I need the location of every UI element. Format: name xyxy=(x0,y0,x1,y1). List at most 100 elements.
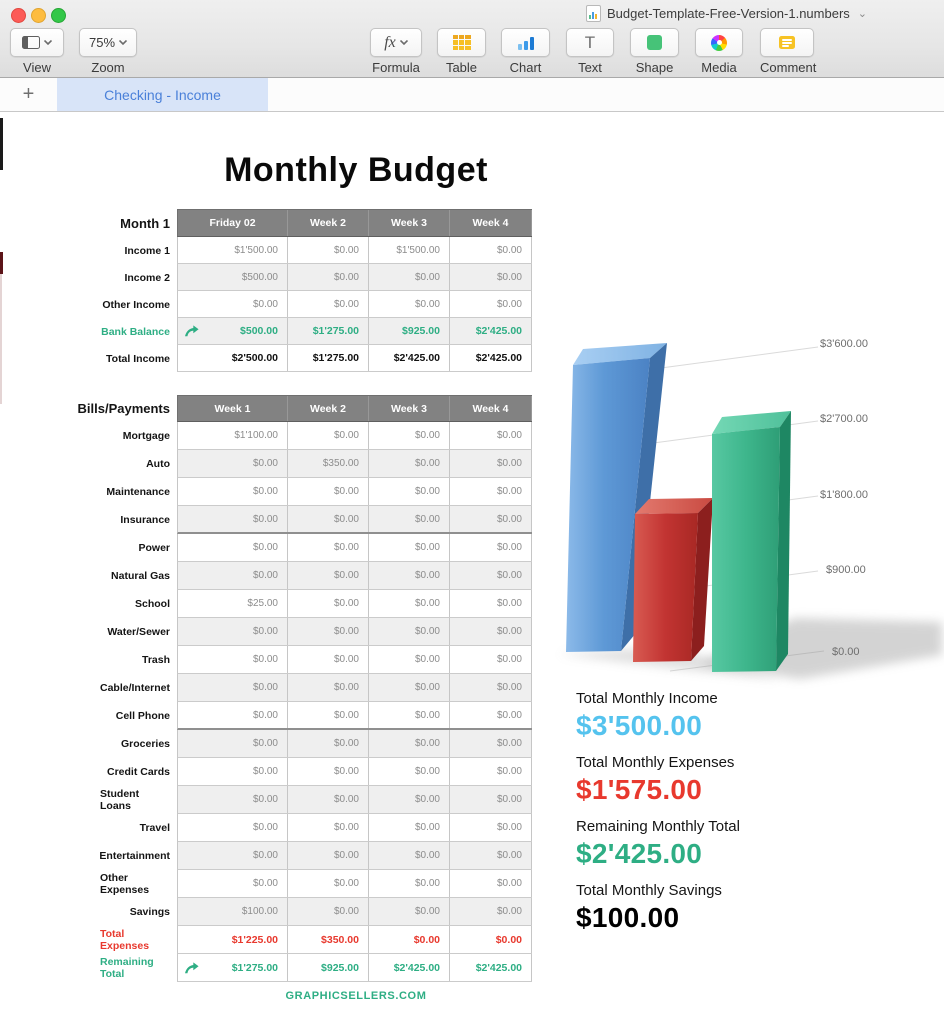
table-cell[interactable]: $0.00 xyxy=(178,842,288,869)
table-cell[interactable]: $0.00 xyxy=(288,590,369,617)
table-button[interactable] xyxy=(437,28,486,57)
table-cell[interactable]: $0.00 xyxy=(369,758,450,785)
view-button[interactable] xyxy=(10,28,64,57)
zoom-window-button[interactable] xyxy=(51,8,66,23)
row-label[interactable]: Credit Cards xyxy=(100,758,177,786)
column-header[interactable]: Week 1 xyxy=(178,396,288,421)
column-header[interactable]: Week 4 xyxy=(450,396,532,421)
table-cell[interactable]: $0.00 xyxy=(369,646,450,673)
row-label[interactable]: Power xyxy=(100,534,177,562)
table-cell[interactable]: $0.00 xyxy=(288,618,369,645)
table-cell[interactable]: $0.00 xyxy=(288,422,369,449)
column-header[interactable]: Week 4 xyxy=(450,210,532,236)
column-header[interactable]: Week 3 xyxy=(369,396,450,421)
table-cell[interactable]: $0.00 xyxy=(450,450,532,477)
row-label[interactable]: Travel xyxy=(100,814,177,842)
table-cell[interactable]: $0.00 xyxy=(178,814,288,841)
table-cell[interactable]: $0.00 xyxy=(288,758,369,785)
row-label[interactable]: Income 2 xyxy=(100,264,177,291)
row-label[interactable]: Groceries xyxy=(100,730,177,758)
table-cell[interactable]: $925.00 xyxy=(369,318,450,344)
table-cell[interactable]: $0.00 xyxy=(369,926,450,953)
row-label[interactable]: Maintenance xyxy=(100,478,177,506)
table-cell[interactable]: $0.00 xyxy=(450,422,532,449)
table-cell[interactable]: $0.00 xyxy=(450,926,532,953)
table-cell[interactable]: $0.00 xyxy=(288,534,369,561)
table-cell[interactable]: $0.00 xyxy=(450,702,532,728)
table-cell[interactable]: $2'425.00 xyxy=(450,954,532,981)
row-label[interactable]: Trash xyxy=(100,646,177,674)
table-cell[interactable]: $0.00 xyxy=(450,870,532,897)
column-header[interactable]: Week 2 xyxy=(288,396,369,421)
table-cell[interactable]: $350.00 xyxy=(288,450,369,477)
table-cell[interactable]: $1'500.00 xyxy=(178,237,288,263)
table-cell[interactable]: $0.00 xyxy=(178,562,288,589)
table-cell[interactable]: $0.00 xyxy=(450,506,532,532)
row-label[interactable]: Income 1 xyxy=(100,237,177,264)
row-label[interactable]: Insurance xyxy=(100,506,177,534)
table-cell[interactable]: $0.00 xyxy=(288,730,369,757)
close-window-button[interactable] xyxy=(11,8,26,23)
table-cell[interactable]: $2'425.00 xyxy=(369,345,450,371)
table-cell[interactable]: $500.00 xyxy=(178,264,288,290)
table-cell[interactable]: $0.00 xyxy=(369,534,450,561)
table-cell[interactable]: $0.00 xyxy=(288,264,369,290)
table-cell[interactable]: $0.00 xyxy=(178,646,288,673)
row-label[interactable]: Other Expenses xyxy=(100,870,177,898)
table-cell[interactable]: $0.00 xyxy=(178,506,288,532)
table-cell[interactable]: $0.00 xyxy=(450,618,532,645)
tab-checking-income[interactable]: Checking - Income xyxy=(57,78,268,111)
summary-item[interactable]: Total Monthly Expenses $1'575.00 xyxy=(576,754,906,806)
comment-button[interactable] xyxy=(760,28,814,57)
row-label[interactable]: Cable/Internet xyxy=(100,674,177,702)
table-cell[interactable]: $0.00 xyxy=(450,562,532,589)
formula-button[interactable]: fx xyxy=(370,28,422,57)
text-button[interactable]: T xyxy=(566,28,614,57)
table-cell[interactable]: $0.00 xyxy=(450,814,532,841)
table-cell[interactable]: $0.00 xyxy=(450,264,532,290)
table-cell[interactable]: $1'100.00 xyxy=(178,422,288,449)
column-header[interactable]: Week 3 xyxy=(369,210,450,236)
table-cell[interactable]: $0.00 xyxy=(288,786,369,813)
table-cell[interactable]: $0.00 xyxy=(369,842,450,869)
table-cell[interactable]: $0.00 xyxy=(369,264,450,290)
table-cell[interactable]: $0.00 xyxy=(450,478,532,505)
table-cell[interactable]: $0.00 xyxy=(178,618,288,645)
column-header[interactable]: Week 2 xyxy=(288,210,369,236)
table-cell[interactable]: $0.00 xyxy=(369,562,450,589)
table-cell[interactable]: $0.00 xyxy=(369,506,450,532)
chart-button[interactable] xyxy=(501,28,550,57)
table-cell[interactable]: $2'425.00 xyxy=(369,954,450,981)
row-label[interactable]: Student Loans xyxy=(100,786,177,814)
row-label[interactable]: School xyxy=(100,590,177,618)
table-cell[interactable]: $0.00 xyxy=(369,618,450,645)
table-cell[interactable]: $0.00 xyxy=(369,730,450,757)
row-label[interactable]: Other Income xyxy=(100,291,177,318)
page-title[interactable]: Monthly Budget xyxy=(180,151,532,190)
table-corner-label[interactable]: Bills/Payments xyxy=(100,395,177,422)
table-cell[interactable]: $350.00 xyxy=(288,926,369,953)
table-cell[interactable]: $0.00 xyxy=(369,422,450,449)
table-cell[interactable]: $0.00 xyxy=(450,291,532,317)
row-label[interactable]: Cell Phone xyxy=(100,702,177,730)
table-cell[interactable]: $1'225.00 xyxy=(178,926,288,953)
table-cell[interactable]: $0.00 xyxy=(288,702,369,728)
table-cell[interactable]: $0.00 xyxy=(178,450,288,477)
bar-remaining-monthly-total[interactable] xyxy=(712,411,791,672)
table-cell[interactable]: $0.00 xyxy=(369,786,450,813)
table-cell[interactable]: $0.00 xyxy=(178,786,288,813)
row-label[interactable]: Mortgage xyxy=(100,422,177,450)
table-cell[interactable]: $0.00 xyxy=(450,730,532,757)
table-cell[interactable]: $0.00 xyxy=(369,814,450,841)
row-label[interactable]: Bank Balance xyxy=(100,318,177,345)
shape-button[interactable] xyxy=(630,28,679,57)
table-corner-label[interactable]: Month 1 xyxy=(100,209,177,237)
table-cell[interactable]: $0.00 xyxy=(288,870,369,897)
row-label[interactable]: Auto xyxy=(100,450,177,478)
table-cell[interactable]: $2'425.00 xyxy=(450,318,532,344)
table-cell[interactable]: $0.00 xyxy=(450,646,532,673)
table-cell[interactable]: $0.00 xyxy=(369,450,450,477)
table-cell[interactable]: $0.00 xyxy=(450,237,532,263)
table-cell[interactable]: $0.00 xyxy=(450,758,532,785)
row-label[interactable]: Natural Gas xyxy=(100,562,177,590)
